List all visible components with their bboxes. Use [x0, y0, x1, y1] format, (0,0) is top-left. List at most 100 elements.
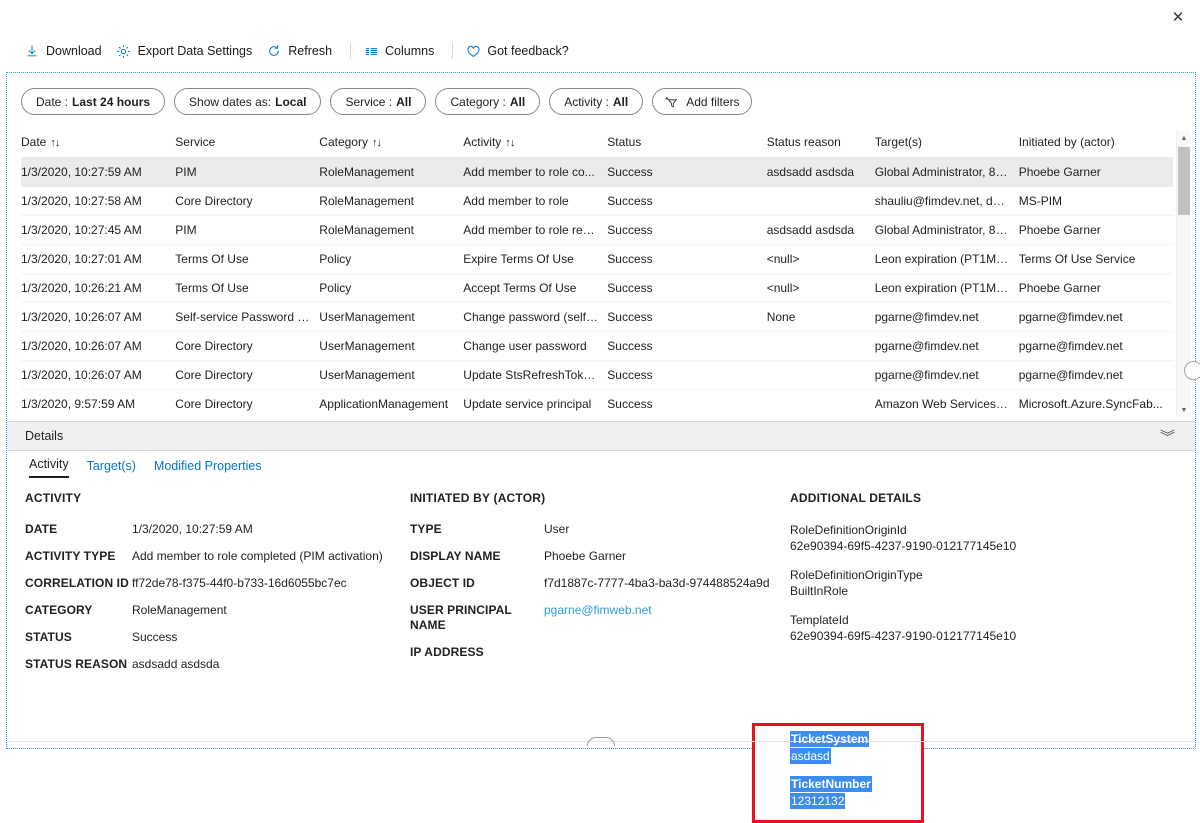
cell-targets: Amazon Web Services (A... — [875, 390, 1019, 418]
selected-ticket-number-name: TicketNumber — [790, 776, 940, 793]
cell-status: Success — [607, 390, 766, 418]
download-button[interactable]: Download — [20, 39, 112, 63]
cell-targets: pgarne@fimdev.net — [875, 361, 1019, 390]
field-value[interactable]: pgarne@fimweb.net — [544, 603, 652, 633]
additional-detail-item: RoleDefinitionOriginId62e90394-69f5-4237… — [790, 522, 1090, 554]
column-header-status-reason[interactable]: Status reason — [767, 131, 875, 158]
filter-pill-date[interactable]: Date : Last 24 hours — [21, 88, 165, 115]
table-row[interactable]: 1/3/2020, 9:57:59 AMCore DirectoryApplic… — [21, 390, 1173, 418]
activity-field-row: STATUSSuccess — [25, 630, 410, 645]
chevron-down-icon[interactable]: ︾ — [1150, 426, 1185, 447]
cell-status-reason — [767, 361, 875, 390]
table-row[interactable]: 1/3/2020, 10:27:58 AMCore DirectoryRoleM… — [21, 187, 1173, 216]
tab-modified-properties[interactable]: Modified Properties — [154, 459, 262, 478]
section-title-activity: ACTIVITY — [25, 491, 410, 505]
sort-icon[interactable]: ↑↓ — [50, 137, 59, 149]
cell-service: Self-service Password M... — [175, 303, 319, 332]
activity-field-row: ACTIVITY TYPEAdd member to role complete… — [25, 549, 410, 564]
cell-status: Success — [607, 274, 766, 303]
cell-status: Success — [607, 332, 766, 361]
table-row[interactable]: 1/3/2020, 10:26:07 AMCore DirectoryUserM… — [21, 361, 1173, 390]
download-icon — [24, 43, 40, 59]
table-body: 1/3/2020, 10:27:59 AMPIMRoleManagementAd… — [21, 158, 1173, 418]
column-header-targets[interactable]: Target(s) — [875, 131, 1019, 158]
scroll-down-icon[interactable]: ▼ — [1177, 403, 1191, 417]
column-header-initiated-by[interactable]: Initiated by (actor) — [1019, 131, 1173, 158]
cell-initiated-by: Phoebe Garner — [1019, 158, 1173, 187]
got-feedback-label: Got feedback? — [487, 44, 568, 58]
additional-detail-value: 62e90394-69f5-4237-9190-012177145e10 — [790, 628, 1090, 644]
cell-targets: pgarne@fimdev.net — [875, 303, 1019, 332]
table-row[interactable]: 1/3/2020, 10:27:45 AMPIMRoleManagementAd… — [21, 216, 1173, 245]
selected-additional-details: TicketSystem asdasd TicketNumber 1231213… — [790, 731, 940, 810]
tab-targets[interactable]: Target(s) — [87, 459, 136, 478]
activity-field-row: CORRELATION IDff72de78-f375-44f0-b733-16… — [25, 576, 410, 591]
got-feedback-button[interactable]: Got feedback? — [461, 39, 578, 63]
add-filters-label: Add filters — [686, 95, 739, 109]
details-tabs: Activity Target(s) Modified Properties — [29, 457, 262, 478]
field-value: RoleManagement — [132, 603, 227, 618]
cell-targets: Leon expiration (PT1M), ... — [875, 245, 1019, 274]
table-row[interactable]: 1/3/2020, 10:27:59 AMPIMRoleManagementAd… — [21, 158, 1173, 187]
activity-field-row: CATEGORYRoleManagement — [25, 603, 410, 618]
column-header-service[interactable]: Service — [175, 131, 319, 158]
cell-status-reason: asdsadd asdsda — [767, 158, 875, 187]
table-row[interactable]: 1/3/2020, 10:26:07 AMCore DirectoryUserM… — [21, 332, 1173, 361]
field-key: STATUS — [25, 630, 132, 645]
table-row[interactable]: 1/3/2020, 10:26:21 AMTerms Of UsePolicyA… — [21, 274, 1173, 303]
table-row[interactable]: 1/3/2020, 10:26:07 AMSelf-service Passwo… — [21, 303, 1173, 332]
sort-icon[interactable]: ↑↓ — [372, 137, 381, 149]
field-value: Phoebe Garner — [544, 549, 626, 564]
cell-date: 1/3/2020, 10:26:07 AM — [21, 361, 175, 390]
scroll-up-icon[interactable]: ▲ — [1177, 131, 1191, 145]
cell-status: Success — [607, 158, 766, 187]
field-value: Add member to role completed (PIM activa… — [132, 549, 383, 564]
column-label: Status reason — [767, 135, 841, 149]
column-header-category[interactable]: Category ↑↓ — [319, 131, 463, 158]
filter-bar: Date : Last 24 hours Show dates as: Loca… — [7, 73, 1195, 125]
filter-pill-service[interactable]: Service : All — [330, 88, 426, 115]
actor-field-row: OBJECT IDf7d1887c-7777-4ba3-ba3d-9744885… — [410, 576, 790, 591]
filter-pill-category[interactable]: Category : All — [435, 88, 540, 115]
column-header-status[interactable]: Status — [607, 131, 766, 158]
filter-pill-show-dates-as[interactable]: Show dates as: Local — [174, 88, 321, 115]
filter-value-category: All — [510, 95, 525, 109]
filter-label-activity: Activity : — [564, 95, 609, 109]
details-header: Details ︾ — [7, 421, 1195, 451]
cell-category: UserManagement — [319, 361, 463, 390]
tab-activity[interactable]: Activity — [29, 457, 69, 478]
filter-value-show-dates-as: Local — [275, 95, 306, 109]
columns-button[interactable]: Columns — [359, 39, 444, 63]
export-data-settings-button[interactable]: Export Data Settings — [112, 39, 263, 63]
additional-detail-value: 62e90394-69f5-4237-9190-012177145e10 — [790, 538, 1090, 554]
cell-status: Success — [607, 361, 766, 390]
column-header-activity[interactable]: Activity↑↓ — [463, 131, 607, 158]
cell-status-reason — [767, 187, 875, 216]
details-activity-section: ACTIVITY DATE1/3/2020, 10:27:59 AMACTIVI… — [25, 491, 410, 684]
field-key: STATUS REASON — [25, 657, 132, 672]
filter-pill-activity[interactable]: Activity : All — [549, 88, 643, 115]
close-icon[interactable]: ✕ — [1164, 4, 1192, 30]
refresh-button[interactable]: Refresh — [262, 39, 342, 63]
column-header-date[interactable]: Date↑↓ — [21, 131, 175, 158]
scrollbar-thumb[interactable] — [1178, 147, 1190, 215]
panel-resize-grabber[interactable] — [587, 737, 615, 746]
filter-value-service: All — [396, 95, 411, 109]
cell-category: RoleManagement — [319, 216, 463, 245]
field-value: f7d1887c-7777-4ba3-ba3d-974488524a9d — [544, 576, 770, 591]
add-filters-button[interactable]: Add filters — [652, 88, 751, 115]
actor-field-row: USER PRINCIPAL NAMEpgarne@fimweb.net — [410, 603, 790, 633]
filter-label-service: Service : — [345, 95, 392, 109]
cell-initiated-by: Terms Of Use Service — [1019, 245, 1173, 274]
table-header-row: Date↑↓ Service Category ↑↓ Activity↑↓ Sta… — [21, 131, 1173, 158]
resize-handle-circle[interactable] — [1184, 361, 1200, 380]
cell-category: Policy — [319, 245, 463, 274]
window-top-bar: ✕ — [0, 0, 1200, 34]
column-label: Category — [319, 135, 368, 149]
table-row[interactable]: 1/3/2020, 10:27:01 AMTerms Of UsePolicyE… — [21, 245, 1173, 274]
field-key: CATEGORY — [25, 603, 132, 618]
selected-ticket-system-name: TicketSystem — [790, 731, 940, 748]
cell-service: Terms Of Use — [175, 245, 319, 274]
sort-icon[interactable]: ↑↓ — [505, 137, 514, 149]
cell-initiated-by: Phoebe Garner — [1019, 274, 1173, 303]
